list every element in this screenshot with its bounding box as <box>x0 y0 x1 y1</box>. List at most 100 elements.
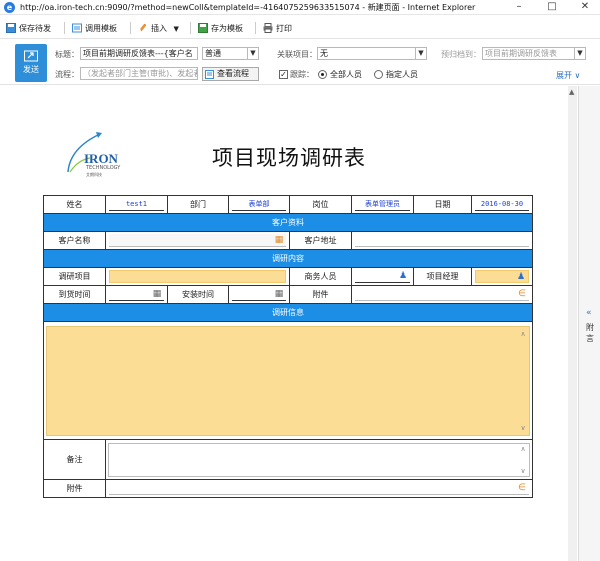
biz-staff-input[interactable]: ♟ <box>355 270 410 283</box>
window-titlebar: e http://oa.iron-tech.cn:9090/?method=ne… <box>0 0 600 15</box>
expand-link[interactable]: 展开 ∨ <box>556 70 580 81</box>
customer-address-input[interactable] <box>355 234 529 247</box>
customer-name-cell: ▦ <box>105 231 290 250</box>
attach-cell: ∈ <box>351 285 533 304</box>
minimize-button[interactable]: – <box>508 0 530 15</box>
install-date-input[interactable]: ▦ <box>232 288 286 301</box>
remark-label: 备注 <box>43 439 106 480</box>
title-label: 标题： <box>55 50 79 59</box>
name-value[interactable]: test1 <box>109 199 164 211</box>
scroll-down-icon[interactable]: ∨ <box>519 424 527 432</box>
logo-chinese: 艾朗科技 <box>86 172 102 177</box>
arrive-date-input[interactable]: ▦ <box>109 288 164 301</box>
scroll-up-icon[interactable]: ▲ <box>569 88 574 96</box>
double-chevron-down-icon: ∨ <box>574 71 581 80</box>
calendar-icon[interactable]: ▦ <box>274 289 284 299</box>
customer-address-label: 客户地址 <box>289 231 352 250</box>
person-icon[interactable]: ♟ <box>516 272 526 282</box>
document-title: 项目现场调研表 <box>212 146 366 170</box>
template-icon <box>72 23 82 33</box>
send-button[interactable]: 发送 <box>15 44 47 82</box>
title-input[interactable]: 项目前期调研反馈表---{客户名 <box>80 47 198 60</box>
customer-address-cell <box>351 231 533 250</box>
date-cell: 2016-08-30 <box>471 195 533 214</box>
paperclip-icon[interactable]: ∈ <box>517 483 527 493</box>
track-checkbox[interactable]: ✓ <box>279 70 288 79</box>
paperclip-icon[interactable]: ∈ <box>517 289 527 299</box>
attach2-input[interactable]: ∈ <box>109 482 529 495</box>
calendar-icon[interactable]: ▦ <box>152 289 162 299</box>
save-template-button[interactable]: 存为模板 <box>198 22 243 35</box>
remark-cell: ∧ ∨ <box>105 439 533 480</box>
maximize-button[interactable]: □ <box>541 0 563 15</box>
person-icon[interactable]: ♟ <box>398 271 408 281</box>
table-row: 调研内容 <box>43 249 533 268</box>
remark-textarea[interactable]: ∧ ∨ <box>108 442 530 477</box>
save-template-icon <box>198 23 208 33</box>
printer-icon <box>263 23 273 33</box>
dept-cell: 表单部 <box>228 195 290 214</box>
use-template-button[interactable]: 调用模板 <box>72 22 117 35</box>
related-project-select[interactable]: 无 ▼ <box>317 47 427 60</box>
archive-select[interactable]: 项目前期调研反馈表 ▼ <box>482 47 586 60</box>
all-people-radio[interactable] <box>318 70 327 79</box>
section-content-header: 调研内容 <box>43 249 533 268</box>
double-chevron-left-icon[interactable]: « <box>586 308 592 318</box>
table-row: 客户名称 ▦ 客户地址 <box>43 231 533 250</box>
page-scrollbar[interactable]: ▲ <box>568 86 577 561</box>
pm-label: 项目经理 <box>413 267 472 286</box>
scroll-up-icon[interactable]: ∧ <box>519 330 527 338</box>
attach2-label: 附件 <box>43 479 106 498</box>
section-info-header: 调研信息 <box>43 303 533 322</box>
related-project-label: 关联项目： <box>277 50 317 59</box>
print-label: 打印 <box>276 24 292 33</box>
biz-staff-label: 商务人员 <box>289 267 352 286</box>
project-input[interactable] <box>109 270 286 283</box>
logo-subtitle: TECHNOLOGY <box>86 165 121 171</box>
post-value[interactable]: 表单管理员 <box>355 199 410 211</box>
section-customer-header: 客户资料 <box>43 213 533 232</box>
post-label: 岗位 <box>289 195 352 214</box>
send-label: 发送 <box>23 65 39 74</box>
attach2-cell: ∈ <box>105 479 533 498</box>
close-button[interactable]: ✕ <box>574 0 596 15</box>
comment-side-panel[interactable]: « 附言 <box>578 86 600 561</box>
chevron-down-icon: ▼ <box>173 25 179 33</box>
view-flow-button[interactable]: 查看流程 <box>202 67 259 81</box>
dept-value[interactable]: 表单部 <box>232 199 286 211</box>
expand-label: 展开 <box>556 71 572 80</box>
priority-value: 普通 <box>205 49 221 58</box>
arrive-label: 到货时间 <box>43 285 106 304</box>
save-draft-button[interactable]: 保存待发 <box>6 22 51 35</box>
insert-dropdown[interactable]: 插入 ▼ <box>138 22 179 35</box>
print-button[interactable]: 打印 <box>263 22 292 35</box>
biz-staff-cell: ♟ <box>351 267 414 286</box>
survey-info-textarea[interactable]: ∧ ∨ <box>46 325 530 436</box>
attach-label: 附件 <box>289 285 352 304</box>
flow-label: 流程： <box>55 70 79 79</box>
scroll-up-icon[interactable]: ∧ <box>519 445 527 453</box>
window-title: http://oa.iron-tech.cn:9090/?method=newC… <box>20 3 476 12</box>
table-row: 到货时间 ▦ 安装时间 ▦ 附件 ∈ <box>43 285 533 304</box>
archive-label: 预归档到： <box>441 50 481 59</box>
install-label: 安装时间 <box>167 285 229 304</box>
attach-input[interactable]: ∈ <box>355 288 529 301</box>
lookup-icon[interactable]: ▦ <box>274 235 284 245</box>
specified-people-radio[interactable] <box>374 70 383 79</box>
arrive-cell: ▦ <box>105 285 168 304</box>
dept-label: 部门 <box>167 195 229 214</box>
date-value[interactable]: 2016-08-30 <box>475 199 529 211</box>
flow-input[interactable]: （发起者部门主管(审批)、发起者 <box>80 67 198 80</box>
paperclip-icon <box>140 23 146 32</box>
chevron-down-icon: ▼ <box>574 48 585 59</box>
pm-input[interactable]: ♟ <box>475 270 529 283</box>
survey-info-cell: ∧ ∨ <box>43 321 533 440</box>
post-cell: 表单管理员 <box>351 195 414 214</box>
chevron-down-icon: ▼ <box>247 48 258 59</box>
scroll-down-icon[interactable]: ∨ <box>519 467 527 475</box>
customer-name-input[interactable]: ▦ <box>109 234 286 247</box>
internet-explorer-icon: e <box>4 2 15 13</box>
install-cell: ▦ <box>228 285 290 304</box>
priority-select[interactable]: 普通 ▼ <box>202 47 259 60</box>
header-form: 发送 标题： 项目前期调研反馈表---{客户名 普通 ▼ 关联项目： 无 ▼ 预… <box>0 41 600 85</box>
